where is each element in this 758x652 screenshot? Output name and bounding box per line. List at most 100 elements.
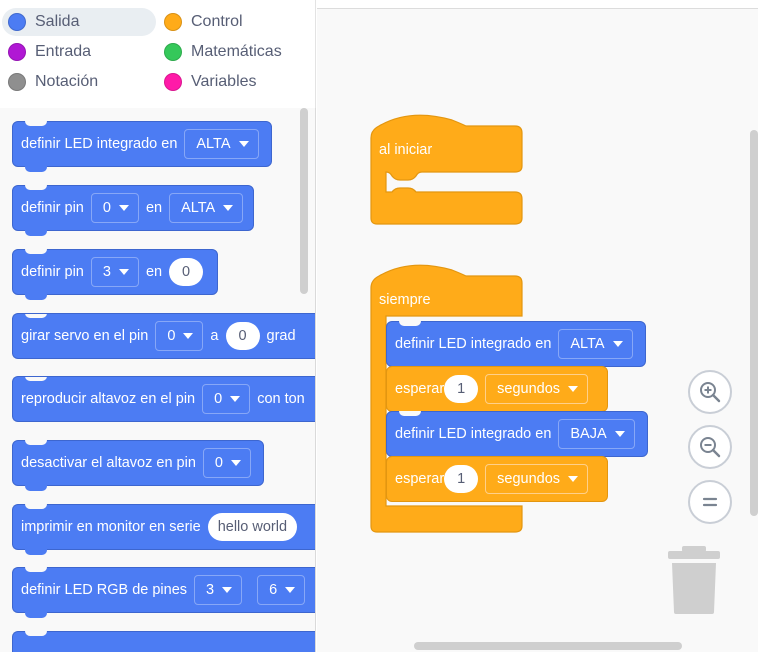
ws-block-wait-1[interactable]: esperar 1 segundos [386,366,608,412]
category-label: Salida [35,13,80,30]
caret-down-icon [230,396,241,402]
category-dot-icon [164,73,182,91]
category-dot-icon [8,73,26,91]
dropdown-level[interactable]: BAJA [558,419,635,449]
caret-down-icon [118,205,129,211]
dropdown-pin[interactable]: 0 [202,384,251,414]
workspace-horizontal-scrollbar[interactable] [414,642,682,650]
dropdown-pin[interactable]: 0 [90,193,139,223]
block-text: definir LED integrado en [21,136,178,152]
category-label: Notación [35,73,99,90]
dropdown-value: 3 [102,264,111,280]
dropdown-value: 3 [206,582,215,598]
block-partial[interactable] [12,631,315,652]
dropdown-value: ALTA [181,200,216,216]
block-text: en [145,200,163,216]
caret-down-icon [612,341,623,347]
block-text: desactivar el altavoz en pin [21,455,196,471]
caret-down-icon [230,460,241,466]
zoom-reset-button[interactable] [688,480,732,524]
category-dot-icon [8,43,26,61]
zoom-in-icon [700,382,721,403]
caret-down-icon [223,205,234,211]
block-text: esperar [395,381,445,397]
dropdown-value: 0 [214,391,223,407]
dropdown-pin[interactable]: 6 [257,575,306,605]
number-input[interactable]: 0 [225,322,260,350]
loop-hat-label: siempre [379,292,431,308]
caret-down-icon [614,431,625,437]
workspace-top-strip [317,0,758,8]
block-servo[interactable]: girar servo en el pin 0 a 0 grad [12,313,315,359]
flyout-scrollbar[interactable] [300,108,308,294]
block-rgb-led[interactable]: definir LED RGB de pines 3 6 [12,567,315,618]
block-set-pin-value[interactable]: definir pin 3 en 0 [12,249,218,300]
dropdown-value: 0 [102,200,111,216]
block-set-builtin-led[interactable]: definir LED integrado en ALTA [12,121,272,172]
block-speaker-play[interactable]: reproducir altavoz en el pin 0 con ton [12,376,315,422]
block-text: esperar [395,471,445,487]
caret-down-icon [238,141,249,147]
zoom-out-button[interactable] [688,425,732,469]
block-text: definir LED integrado en [395,336,552,352]
dropdown-value: BAJA [570,426,607,442]
dropdown-pin[interactable]: 3 [90,257,139,287]
number-input[interactable]: 1 [444,375,479,403]
ws-block-set-builtin-led-low[interactable]: definir LED integrado en BAJA [386,411,648,462]
ws-block-set-builtin-led-high[interactable]: definir LED integrado en ALTA [386,321,646,372]
dropdown-level[interactable]: ALTA [184,129,259,159]
category-control[interactable]: Control [158,8,308,36]
block-text: girar servo en el pin [21,328,149,344]
block-flyout: definir LED integrado en ALTA definir pi… [0,108,316,652]
caret-down-icon [222,587,233,593]
setup-hat-label: al iniciar [379,142,433,158]
dropdown-value: segundos [497,471,561,487]
block-text: con ton [257,391,305,407]
dropdown-pin[interactable]: 0 [202,448,251,478]
setup-hat-block[interactable] [370,110,524,226]
block-text: a [210,328,219,344]
block-serial-print[interactable]: imprimir en monitor en serie hello world [12,504,315,555]
caret-down-icon [118,269,129,275]
block-text: definir LED RGB de pines [21,582,188,598]
dropdown-pin[interactable]: 0 [155,321,204,351]
dropdown-value: 0 [214,455,223,471]
block-text: definir pin [21,264,84,280]
dropdown-level[interactable]: ALTA [169,193,244,223]
category-variables[interactable]: Variables [158,68,308,96]
ws-block-wait-2[interactable]: esperar 1 segundos [386,456,608,502]
dropdown-pin[interactable]: 3 [194,575,243,605]
category-salida[interactable]: Salida [2,8,156,36]
category-label: Entrada [35,43,92,60]
block-set-pin[interactable]: definir pin 0 en ALTA [12,185,254,236]
caret-down-icon [285,587,296,593]
zoom-out-icon [700,437,721,458]
dropdown-value: 0 [167,328,176,344]
block-text: reproducir altavoz en el pin [21,391,196,407]
zoom-reset-icon [702,497,718,507]
block-speaker-off[interactable]: desactivar el altavoz en pin 0 [12,440,264,491]
dropdown-value: 6 [269,582,278,598]
dropdown-unit[interactable]: segundos [485,374,589,404]
block-text: en [145,264,163,280]
trash-icon[interactable] [666,544,722,616]
category-notacion[interactable]: Notación [2,68,156,96]
category-entrada[interactable]: Entrada [2,38,156,66]
category-dot-icon [8,13,26,31]
number-input[interactable]: 1 [444,465,479,493]
dropdown-value: ALTA [196,136,231,152]
workspace-vertical-scrollbar[interactable] [750,130,758,516]
block-text: definir LED integrado en [395,426,552,442]
dropdown-level[interactable]: ALTA [558,329,633,359]
category-matematicas[interactable]: Matemáticas [158,38,308,66]
dropdown-unit[interactable]: segundos [485,464,589,494]
category-label: Variables [191,73,257,90]
zoom-in-button[interactable] [688,370,732,414]
dropdown-value: ALTA [570,336,605,352]
caret-down-icon [183,333,194,339]
category-menu: Salida Control Entrada Matemáticas Notac… [0,0,316,108]
string-input[interactable]: hello world [207,513,298,541]
caret-down-icon [568,386,579,392]
number-input[interactable]: 0 [169,258,204,286]
category-dot-icon [164,13,182,31]
